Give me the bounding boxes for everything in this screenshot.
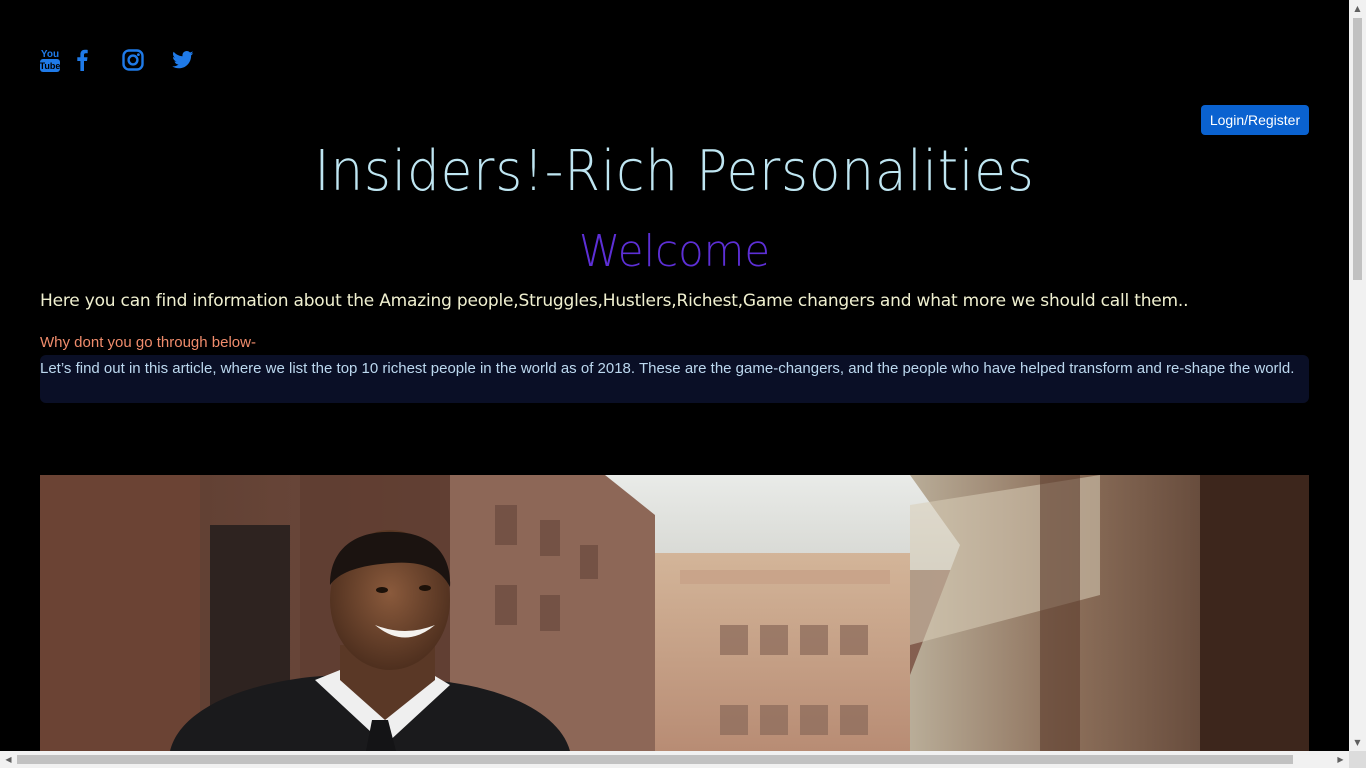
horizontal-scroll-thumb[interactable] — [17, 755, 1293, 764]
vertical-scrollbar[interactable]: ▲ ▼ — [1349, 0, 1366, 751]
svg-text:Tube: Tube — [40, 61, 60, 71]
welcome-heading: Welcome — [578, 226, 771, 277]
scroll-up-arrow-icon[interactable]: ▲ — [1349, 0, 1366, 17]
page: You Tube Login/Register Insiders!-Rich P… — [0, 0, 1349, 751]
login-register-button[interactable]: Login/Register — [1201, 105, 1309, 135]
intro-text: Here you can find information about the … — [40, 291, 1189, 311]
scroll-down-arrow-icon[interactable]: ▼ — [1349, 734, 1366, 751]
vertical-scroll-thumb[interactable] — [1353, 18, 1362, 280]
scroll-left-arrow-icon[interactable]: ◀ — [0, 751, 17, 768]
horizontal-scrollbar[interactable]: ◀ ▶ — [0, 751, 1349, 768]
svg-text:You: You — [41, 49, 59, 60]
page-title: Insiders!-Rich Personalities — [314, 139, 1035, 204]
social-links: You Tube — [40, 46, 194, 74]
article-summary-text: Let’s find out in this article, where we… — [40, 360, 1295, 377]
scrollbar-corner — [1349, 751, 1366, 768]
why-text: Why dont you go through below- — [40, 334, 256, 351]
article-summary-box: Let’s find out in this article, where we… — [40, 355, 1309, 403]
instagram-icon[interactable] — [122, 46, 144, 74]
twitter-icon[interactable] — [172, 46, 194, 74]
hero-image — [40, 475, 1309, 751]
facebook-icon[interactable] — [76, 46, 88, 74]
scroll-right-arrow-icon[interactable]: ▶ — [1332, 751, 1349, 768]
youtube-icon[interactable]: You Tube — [40, 46, 60, 74]
